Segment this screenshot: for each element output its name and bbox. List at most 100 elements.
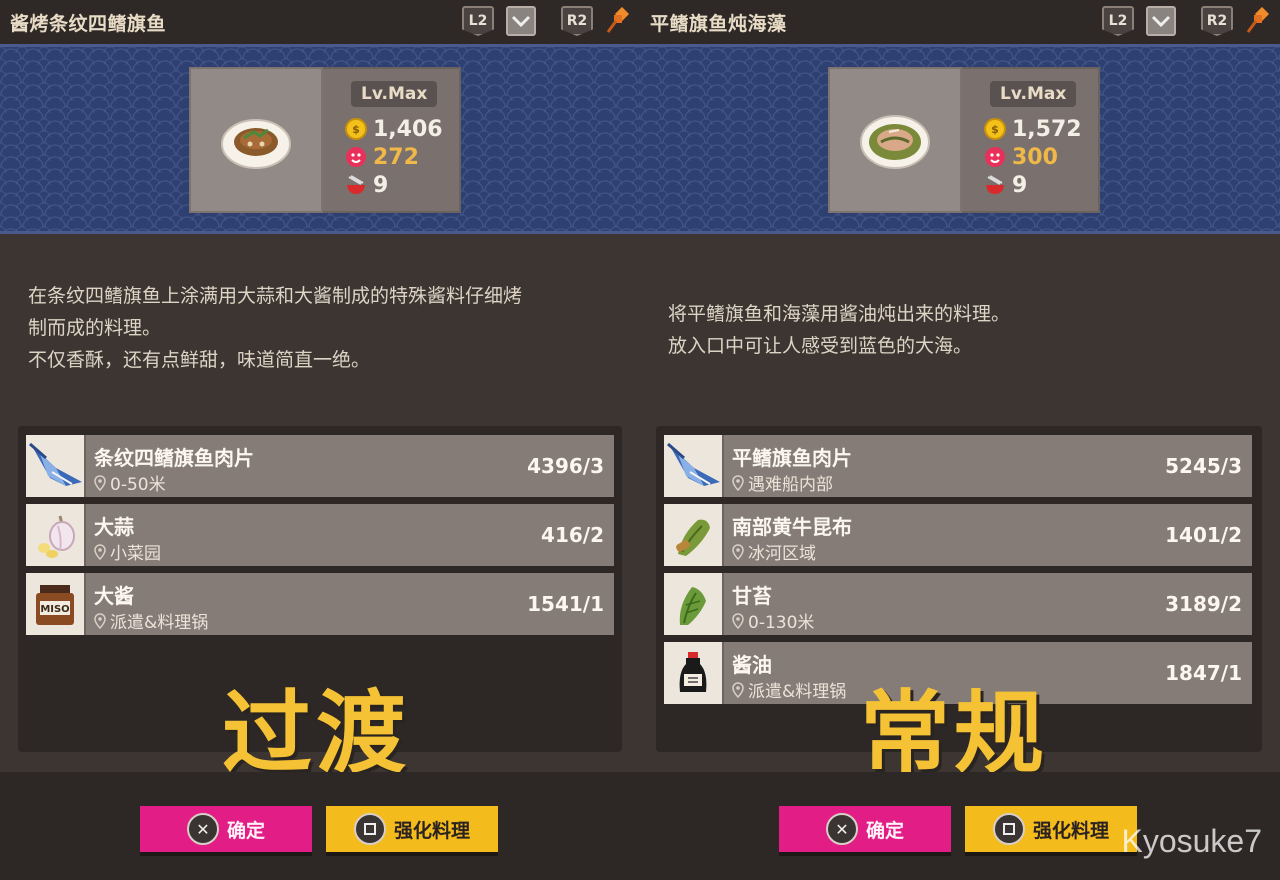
ingredient-count: 1541/1: [527, 592, 604, 616]
right-price-row: $ 1,572: [984, 115, 1098, 143]
ingredient-name: 条纹四鳍旗鱼肉片: [94, 446, 254, 470]
right-l2-button[interactable]: L2: [1102, 6, 1134, 36]
ingredient-location-text: 派遣&料理锅: [110, 613, 209, 633]
watermark-text: Kyosuke7: [1121, 823, 1262, 859]
square-button-icon: [992, 813, 1025, 845]
right-r2-button[interactable]: R2: [1201, 6, 1233, 36]
left-description-line: 在条纹四鳍旗鱼上涂满用大蒜和大酱制成的特殊酱料仔细烤: [28, 285, 523, 307]
location-pin-icon: [94, 474, 106, 491]
ingredient-location: 遇难船内部: [732, 470, 833, 495]
garlic-icon: [26, 504, 86, 566]
confirm-label: 确定: [226, 819, 265, 842]
ingredient-location: 0-130米: [732, 608, 814, 633]
ingredient-location: 小菜园: [94, 539, 161, 564]
square-button-icon: [353, 813, 386, 845]
right-recipe-panel: 平鳍旗鱼炖海藻 L2 R2 Lv.Max $ 1,572 300 9 将平鳍旗鱼…: [640, 0, 1280, 786]
ingredient-location-text: 0-50米: [110, 475, 166, 495]
left-dish-stats: Lv.Max $ 1,406 272 9: [323, 67, 461, 213]
ingredient-row[interactable]: 条纹四鳍旗鱼肉片 0-50米 4396/3: [26, 435, 614, 497]
ingredient-count: 5245/3: [1165, 454, 1242, 478]
right-dish-image: [828, 67, 962, 213]
left-dish-image: [189, 67, 323, 213]
left-recipe-panel: 酱烤条纹四鳍旗鱼 L2 R2 Lv.Max $ 1,406 272 9 在条纹四…: [0, 0, 640, 786]
right-title-bar: 平鳍旗鱼炖海藻 L2 R2: [640, 0, 1280, 44]
left-dish-banner: Lv.Max $ 1,406 272 9: [0, 44, 640, 234]
location-pin-icon: [94, 612, 106, 629]
ingredient-location-text: 遇难船内部: [748, 475, 833, 495]
ingredient-location-text: 0-130米: [748, 613, 815, 633]
ingredient-location-text: 派遣&料理锅: [748, 682, 847, 702]
ingredient-row[interactable]: MISO 大酱 派遣&料理锅 1541/1: [26, 573, 614, 635]
ingredient-location: 冰河区域: [732, 539, 816, 564]
left-taste-value: 272: [373, 144, 419, 170]
confirm-label: 确定: [865, 819, 904, 842]
left-description-line: 不仅香酥，还有点鲜甜，味道简直一绝。: [28, 349, 371, 371]
gold-coin-icon: $: [345, 118, 367, 140]
ingredient-count: 1847/1: [1165, 661, 1242, 685]
left-enhance-button[interactable]: 强化料理: [326, 806, 498, 852]
svg-text:$: $: [352, 123, 360, 136]
right-dish-card: Lv.Max $ 1,572 300 9: [828, 67, 1100, 213]
location-pin-icon: [732, 681, 744, 698]
svg-text:MISO: MISO: [40, 604, 69, 615]
ingredient-location: 派遣&料理锅: [94, 608, 208, 633]
kelp-icon: [664, 504, 724, 566]
location-pin-icon: [732, 543, 744, 560]
right-confirm-button[interactable]: ✕ 确定: [779, 806, 951, 852]
left-description: 在条纹四鳍旗鱼上涂满用大蒜和大酱制成的特殊酱料仔细烤 制而成的料理。 不仅香酥，…: [28, 280, 522, 376]
ingredient-name: 甘苔: [732, 584, 772, 608]
left-recipe-title: 酱烤条纹四鳍旗鱼: [10, 13, 167, 35]
right-taste-row: 300: [984, 143, 1098, 171]
cross-button-icon: ✕: [186, 813, 219, 845]
location-pin-icon: [732, 612, 744, 629]
bowl-chopsticks-icon: [986, 175, 1004, 194]
bowl-chopsticks-icon: [347, 175, 365, 194]
ingredient-row[interactable]: 平鳍旗鱼肉片 遇难船内部 5245/3: [664, 435, 1252, 497]
swordfish-icon: [26, 435, 86, 497]
left-taste-row: 272: [345, 143, 459, 171]
cross-button-icon: ✕: [825, 813, 858, 845]
left-pin-icon[interactable]: [604, 6, 632, 36]
location-pin-icon: [732, 474, 744, 491]
ingredient-row[interactable]: 甘苔 0-130米 3189/2: [664, 573, 1252, 635]
gold-coin-icon: $: [984, 118, 1006, 140]
ingredient-location-text: 小菜园: [110, 544, 161, 564]
enhance-label: 强化料理: [393, 819, 470, 842]
left-level-badge: Lv.Max: [351, 81, 438, 107]
right-description-line: 放入口中可让人感受到蓝色的大海。: [668, 335, 973, 357]
left-confirm-button[interactable]: ✕ 确定: [140, 806, 312, 852]
right-overlay-label: 常规: [860, 681, 1048, 786]
ingredient-name: 酱油: [732, 653, 772, 677]
right-dish-stats: Lv.Max $ 1,572 300 9: [962, 67, 1100, 213]
left-price-value: 1,406: [373, 116, 443, 142]
right-level-badge: Lv.Max: [990, 81, 1077, 107]
svg-text:$: $: [991, 123, 999, 136]
left-count-row: 9: [345, 171, 459, 199]
ingredient-location: 派遣&料理锅: [732, 677, 846, 702]
ingredient-row[interactable]: 大蒜 小菜园 416/2: [26, 504, 614, 566]
left-check-icon[interactable]: [506, 6, 536, 36]
location-pin-icon: [94, 543, 106, 560]
right-count-row: 9: [984, 171, 1098, 199]
right-check-icon[interactable]: [1146, 6, 1176, 36]
taste-face-icon: [346, 147, 366, 167]
soy-sauce-bottle-icon: [664, 642, 724, 704]
taste-face-icon: [985, 147, 1005, 167]
left-dish-card: Lv.Max $ 1,406 272 9: [189, 67, 461, 213]
bottom-action-bar: ✕ 确定 强化料理 ✕ 确定 强化料理 Kyosuke7: [0, 772, 1280, 880]
left-price-row: $ 1,406: [345, 115, 459, 143]
ingredient-location: 0-50米: [94, 470, 166, 495]
ingredient-name: 平鳍旗鱼肉片: [732, 446, 852, 470]
right-pin-icon[interactable]: [1244, 6, 1272, 36]
ingredient-count: 1401/2: [1165, 523, 1242, 547]
ingredient-name: 大蒜: [94, 515, 134, 539]
ingredient-count: 3189/2: [1165, 592, 1242, 616]
right-dish-banner: Lv.Max $ 1,572 300 9: [640, 44, 1280, 234]
swordfish-icon: [664, 435, 724, 497]
ingredient-name: 大酱: [94, 584, 134, 608]
ingredient-count: 416/2: [541, 523, 604, 547]
ingredient-row[interactable]: 南部黄牛昆布 冰河区域 1401/2: [664, 504, 1252, 566]
right-enhance-button[interactable]: 强化料理: [965, 806, 1137, 852]
left-l2-button[interactable]: L2: [462, 6, 494, 36]
left-r2-button[interactable]: R2: [561, 6, 593, 36]
